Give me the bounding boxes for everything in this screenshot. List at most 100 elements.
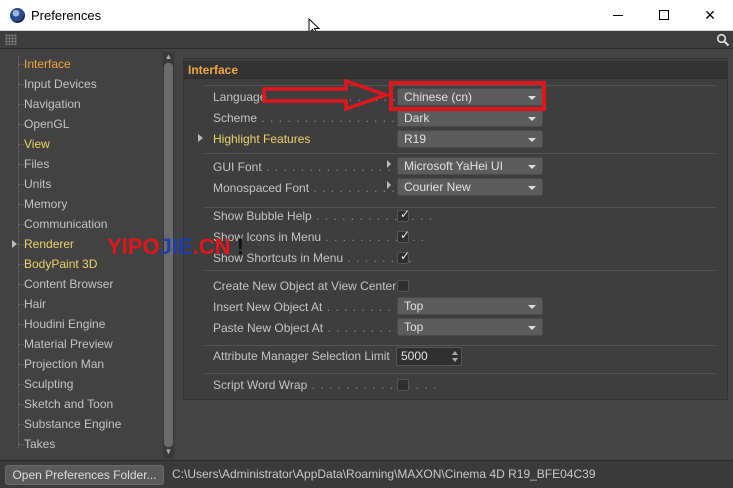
paste-object-label: Paste New Object At . . . . . . . . . . … — [213, 321, 419, 335]
sidebar-item-interface[interactable]: Interface — [18, 54, 71, 74]
sidebar-item-sketch-and-toon[interactable]: Sketch and Toon — [18, 394, 113, 414]
tree-branch — [18, 284, 24, 285]
tree-branch — [18, 204, 24, 205]
attribute-limit-input[interactable]: 5000 — [396, 347, 462, 366]
attribute-limit-label: Attribute Manager Selection Limit — [213, 349, 390, 363]
sidebar-item-label: Memory — [24, 197, 68, 211]
window-title: Preferences — [31, 8, 102, 23]
group-divider — [205, 373, 715, 374]
chevron-down-icon — [528, 165, 536, 169]
sidebar-item-label: Projection Man — [24, 357, 105, 371]
group-divider — [205, 153, 715, 154]
tree-branch — [18, 164, 24, 165]
minimize-button[interactable] — [595, 0, 641, 31]
chevron-down-icon — [528, 305, 536, 309]
sidebar-item-label: Input Devices — [24, 77, 97, 91]
sidebar-item-hair[interactable]: Hair — [18, 294, 47, 314]
monospaced-font-dropdown[interactable]: Courier New — [397, 178, 543, 196]
icons-in-menu-checkbox[interactable]: ✓ — [397, 228, 410, 243]
insert-object-dropdown[interactable]: Top — [397, 297, 543, 315]
gui-font-dropdown[interactable]: Microsoft YaHei UI — [397, 157, 543, 175]
sidebar-item-label: Content Browser — [24, 277, 114, 291]
sidebar-item-sculpting[interactable]: Sculpting — [18, 374, 74, 394]
sidebar-item-communication[interactable]: Communication — [18, 214, 108, 234]
sidebar-item-label: Houdini Engine — [24, 317, 106, 331]
scheme-dropdown[interactable]: Dark — [397, 109, 543, 127]
highlight-features-label: Highlight Features — [213, 132, 311, 146]
tree-branch — [18, 444, 24, 445]
font-menu-arrow-icon[interactable] — [387, 160, 391, 168]
tree-branch — [18, 224, 24, 225]
script-word-wrap-checkbox[interactable] — [397, 379, 409, 391]
group-divider — [205, 270, 715, 271]
sidebar-item-houdini-engine[interactable]: Houdini Engine — [18, 314, 106, 334]
create-at-center-checkbox[interactable] — [397, 280, 409, 292]
open-preferences-folder-button[interactable]: Open Preferences Folder... — [5, 465, 164, 485]
sidebar-item-files[interactable]: Files — [18, 154, 50, 174]
gui-font-label: GUI Font . . . . . . . . . . . . . . . . — [213, 160, 401, 174]
maximize-button[interactable] — [641, 0, 687, 31]
grip-icon[interactable] — [5, 34, 17, 45]
sidebar-item-renderer[interactable]: Renderer — [18, 234, 74, 254]
checkmark-icon: ✓ — [400, 207, 411, 221]
tree-branch — [18, 104, 24, 105]
cinema4d-app-icon — [10, 8, 25, 23]
tree-branch — [18, 364, 24, 365]
tree-branch — [18, 304, 24, 305]
chevron-down-icon — [528, 326, 536, 330]
expand-triangle-icon[interactable] — [12, 240, 17, 248]
shortcuts-in-menu-checkbox[interactable]: ✓ — [397, 249, 411, 264]
sidebar-item-label: View — [24, 137, 50, 151]
sidebar-item-memory[interactable]: Memory — [18, 194, 68, 214]
sidebar-item-substance-engine[interactable]: Substance Engine — [18, 414, 121, 434]
tree-branch — [18, 84, 24, 85]
tree-branch — [18, 124, 24, 125]
sidebar-item-label: Sculpting — [24, 377, 74, 391]
sidebar-item-opengl[interactable]: OpenGL — [18, 114, 70, 134]
sidebar-item-label: Hair — [24, 297, 47, 311]
expand-triangle-icon[interactable] — [198, 134, 203, 142]
scroll-down-icon[interactable]: ▼ — [164, 447, 173, 457]
sidebar-item-navigation[interactable]: Navigation — [18, 94, 81, 114]
sidebar-item-label: Takes — [24, 437, 56, 451]
icons-in-menu-label: Show Icons in Menu . . . . . . . . . . .… — [213, 230, 426, 244]
chevron-down-icon — [528, 138, 536, 142]
scroll-up-icon[interactable]: ▲ — [164, 52, 173, 62]
sidebar-item-input-devices[interactable]: Input Devices — [18, 74, 97, 94]
sidebar-item-label: Material Preview — [24, 337, 113, 351]
checkmark-icon: ✓ — [400, 249, 411, 263]
sidebar-item-label: Units — [24, 177, 52, 191]
create-at-center-label: Create New Object at View Center — [213, 279, 397, 293]
sidebar-item-label: Files — [24, 157, 50, 171]
insert-object-label: Insert New Object At . . . . . . . . . .… — [213, 300, 418, 314]
bubble-help-checkbox[interactable]: ✓ — [397, 207, 411, 222]
minimize-icon — [613, 15, 623, 16]
highlight-features-dropdown[interactable]: R19 — [397, 130, 543, 148]
chevron-down-icon — [528, 186, 536, 190]
tree-line — [18, 56, 19, 448]
font-menu-arrow-icon[interactable] — [387, 181, 391, 189]
sidebar-item-content-browser[interactable]: Content Browser — [18, 274, 114, 294]
sidebar-item-label: Interface — [24, 57, 71, 71]
search-icon[interactable] — [716, 33, 730, 47]
tree-branch — [18, 184, 24, 185]
sidebar-item-projection-man[interactable]: Projection Man — [18, 354, 105, 374]
scheme-label: Scheme . . . . . . . . . . . . . . . . .… — [213, 111, 422, 125]
sidebar-item-takes[interactable]: Takes — [18, 434, 56, 454]
stepper-icon[interactable] — [452, 351, 458, 362]
red-highlight-box — [389, 81, 546, 111]
sidebar-item-label: Communication — [24, 217, 108, 231]
paste-object-dropdown[interactable]: Top — [397, 318, 543, 336]
watermark: YIPOJIE.CN ! — [107, 234, 244, 259]
tree-branch — [18, 324, 24, 325]
tool-strip — [0, 31, 733, 49]
sidebar-item-label: OpenGL — [24, 117, 70, 131]
sidebar-item-view[interactable]: View — [18, 134, 50, 154]
preferences-path: C:\Users\Administrator\AppData\Roaming\M… — [172, 467, 596, 481]
tree-branch — [18, 424, 24, 425]
sidebar-item-units[interactable]: Units — [18, 174, 52, 194]
sidebar-item-material-preview[interactable]: Material Preview — [18, 334, 113, 354]
sidebar-item-bodypaint-3d[interactable]: BodyPaint 3D — [18, 254, 97, 274]
close-button[interactable]: ✕ — [687, 0, 733, 31]
maximize-icon — [659, 10, 669, 20]
